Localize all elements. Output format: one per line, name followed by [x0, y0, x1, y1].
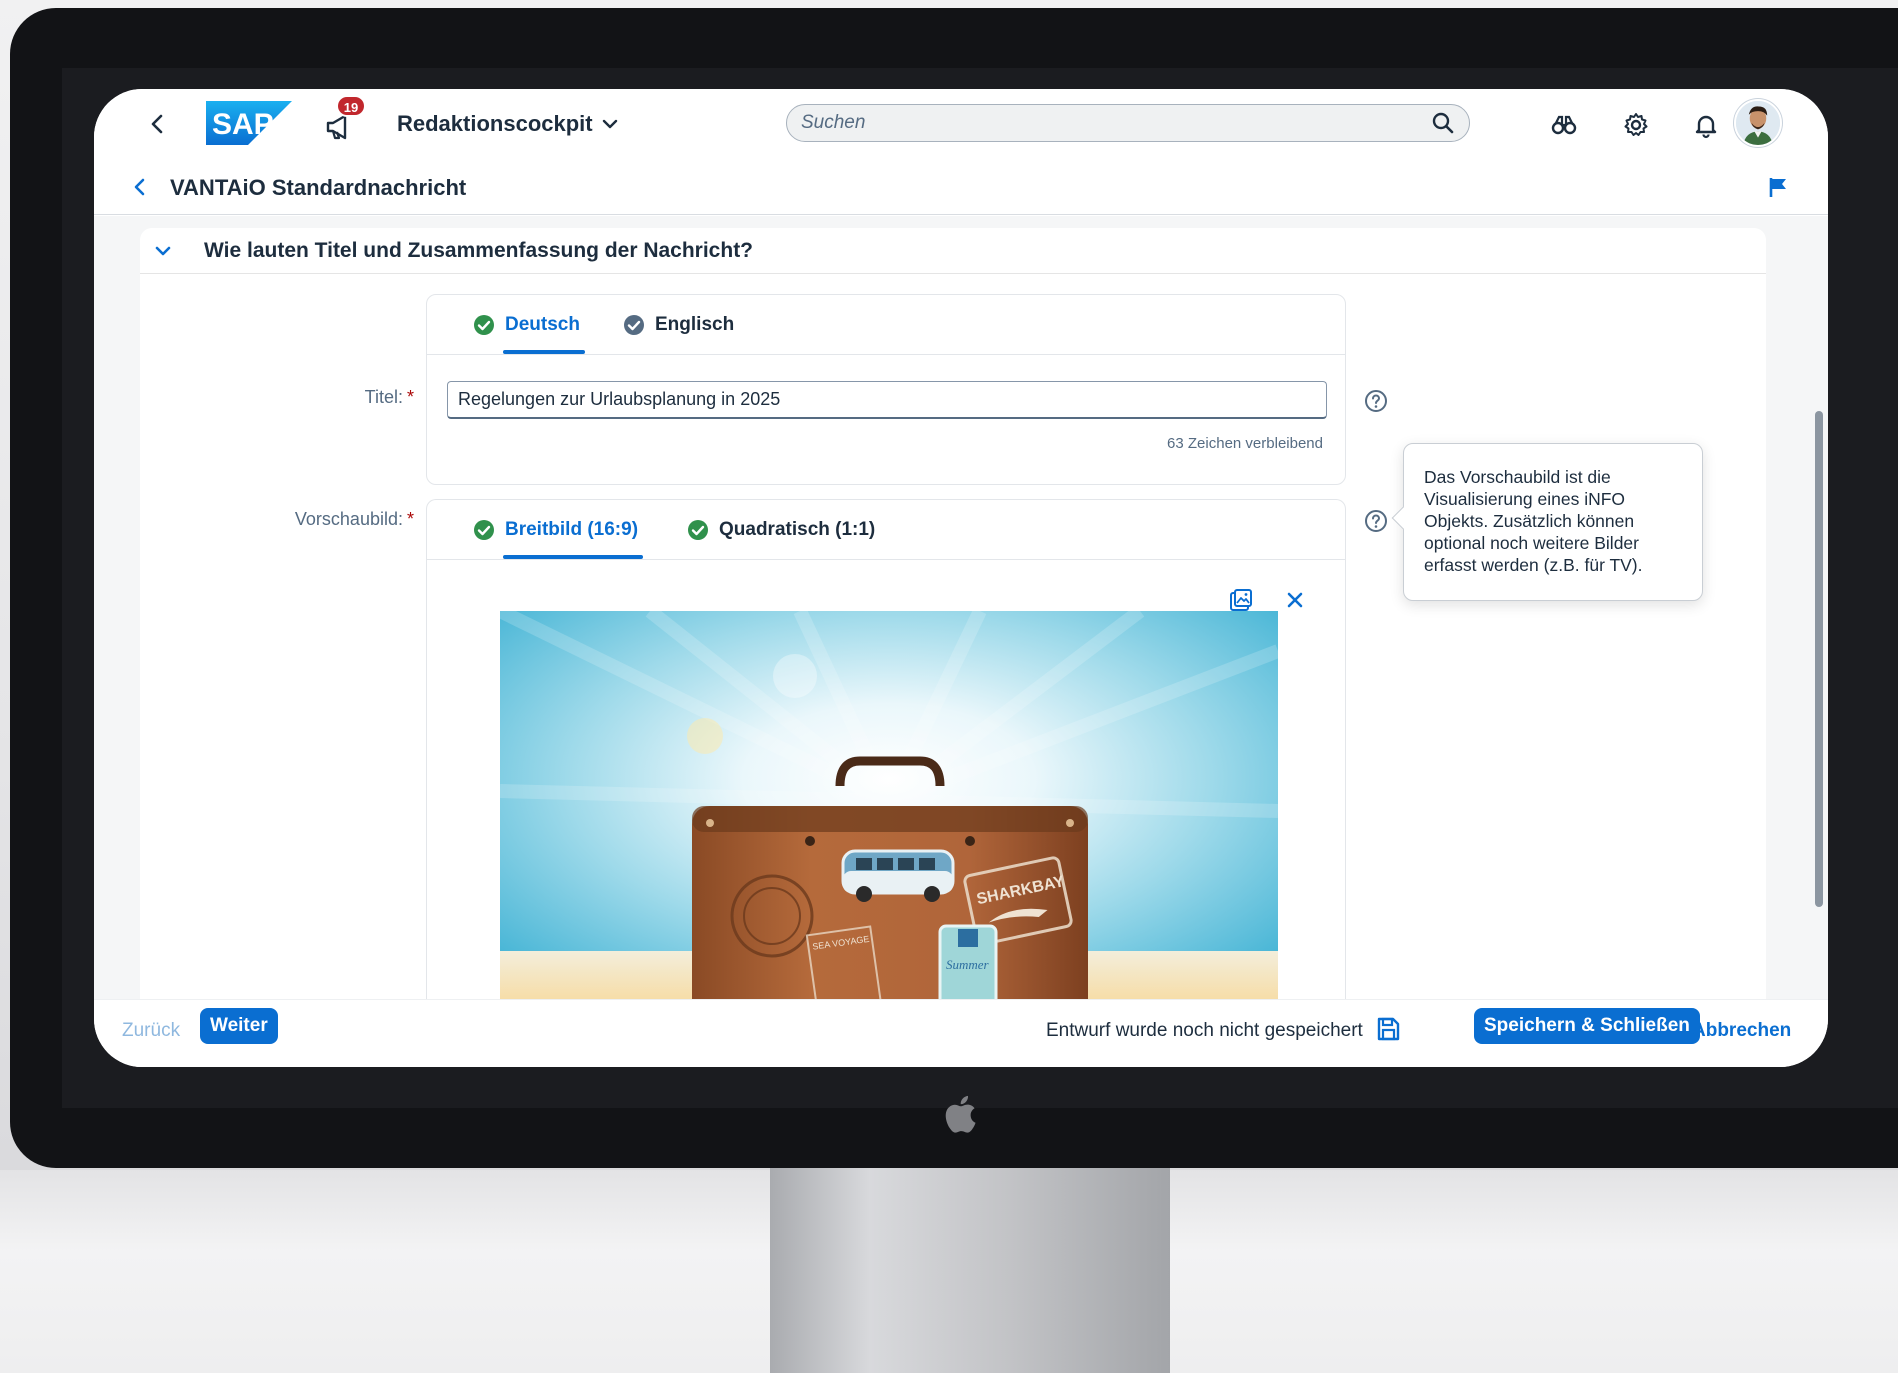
bell-icon[interactable]: [1692, 111, 1720, 139]
notification-badge: 19: [336, 95, 366, 117]
change-image-icon[interactable]: [1228, 587, 1254, 613]
avatar[interactable]: [1734, 99, 1782, 147]
search-field[interactable]: [786, 104, 1470, 142]
active-tab-indicator: [503, 555, 643, 559]
section-title: Wie lauten Titel und Zusammenfassung der…: [204, 239, 754, 262]
nav-back-icon[interactable]: [128, 175, 152, 199]
tab-englisch[interactable]: Englisch: [623, 311, 734, 339]
remove-image-icon[interactable]: [1282, 587, 1308, 613]
sap-logo-text: SAP: [212, 108, 274, 141]
draft-status: Entwurf wurde noch nicht gespeichert: [1046, 1020, 1363, 1041]
summer-tag-text: Summer: [946, 957, 990, 972]
char-counter: 63 Zeichen verbleibend: [1167, 435, 1323, 452]
gear-icon[interactable]: [1622, 111, 1650, 139]
check-circle-icon: [688, 520, 708, 540]
search-icon[interactable]: [1431, 111, 1455, 135]
search-input[interactable]: [801, 112, 1431, 134]
preview-label-text: Vorschaubild:: [294, 509, 403, 529]
vertical-scrollbar[interactable]: [1815, 411, 1823, 907]
section-header[interactable]: Wie lauten Titel und Zusammenfassung der…: [140, 228, 1766, 274]
preview-label: Vorschaubild: *: [284, 509, 414, 530]
title-input[interactable]: Regelungen zur Urlaubsplanung in 2025: [447, 381, 1327, 419]
flag-icon[interactable]: [1766, 175, 1790, 199]
back-icon[interactable]: [144, 110, 172, 138]
collapse-chevron-icon[interactable]: [152, 240, 174, 262]
footer-toolbar: Zurück Weiter Entwurf wurde noch nicht g…: [94, 999, 1828, 1067]
apple-logo-icon: [940, 1094, 980, 1142]
help-icon[interactable]: [1364, 509, 1388, 533]
sap-logo[interactable]: SAP: [206, 101, 292, 145]
app-screen: SAP 19 Redaktionscockpit Suchen VANTAiO …: [94, 89, 1828, 1067]
tab-label: Quadratisch (1:1): [719, 519, 876, 540]
shell-bar: SAP 19 Redaktionscockpit: [94, 89, 1828, 159]
title-input-value: Regelungen zur Urlaubsplanung in 2025: [458, 389, 781, 409]
active-tab-indicator: [503, 350, 585, 354]
next-button[interactable]: Weiter: [200, 1008, 278, 1044]
preview-tabbar: Breitbild (16:9) Quadratisch (1:1): [427, 500, 1345, 560]
preview-image: SHARKBAY SEA VOYAGE Summer: [500, 611, 1278, 1011]
language-card: Deutsch Englisch Regelungen zur Urlaubsp…: [426, 294, 1346, 485]
monitor-stand: [770, 1160, 1170, 1373]
object-title: VANTAiO Standardnachricht: [170, 175, 467, 200]
required-mark: *: [406, 387, 414, 407]
popover-text: Das Vorschaubild ist die Visualisierung …: [1424, 467, 1643, 575]
title-label-text: Titel:: [364, 387, 403, 407]
tab-deutsch[interactable]: Deutsch: [473, 311, 580, 339]
tab-label: Englisch: [655, 314, 735, 335]
app-title-menu[interactable]: Redaktionscockpit: [397, 111, 619, 137]
help-popover: Das Vorschaubild ist die Visualisierung …: [1391, 443, 1703, 601]
tab-label: Breitbild (16:9): [505, 519, 639, 540]
app-title: Redaktionscockpit: [397, 111, 593, 136]
check-circle-icon: [624, 315, 644, 335]
check-circle-icon: [474, 315, 494, 335]
tab-label: Deutsch: [505, 314, 580, 335]
tab-breitbild[interactable]: Breitbild (16:9): [473, 516, 638, 544]
object-header: VANTAiO Standardnachricht: [94, 159, 1828, 215]
required-mark: *: [406, 509, 414, 529]
cancel-button[interactable]: Abbrechen: [1692, 1020, 1791, 1042]
check-circle-icon: [474, 520, 494, 540]
chevron-down-icon: [602, 119, 617, 129]
tab-quadratisch[interactable]: Quadratisch (1:1): [687, 516, 875, 544]
title-label: Titel: *: [344, 387, 414, 408]
binoculars-icon[interactable]: [1550, 111, 1578, 139]
save-icon[interactable]: [1374, 1015, 1402, 1043]
back-button[interactable]: Zurück: [122, 1020, 180, 1042]
help-icon[interactable]: [1364, 389, 1388, 413]
language-tabbar: Deutsch Englisch: [427, 295, 1345, 355]
save-close-button[interactable]: Speichern & Schließen: [1474, 1008, 1700, 1044]
